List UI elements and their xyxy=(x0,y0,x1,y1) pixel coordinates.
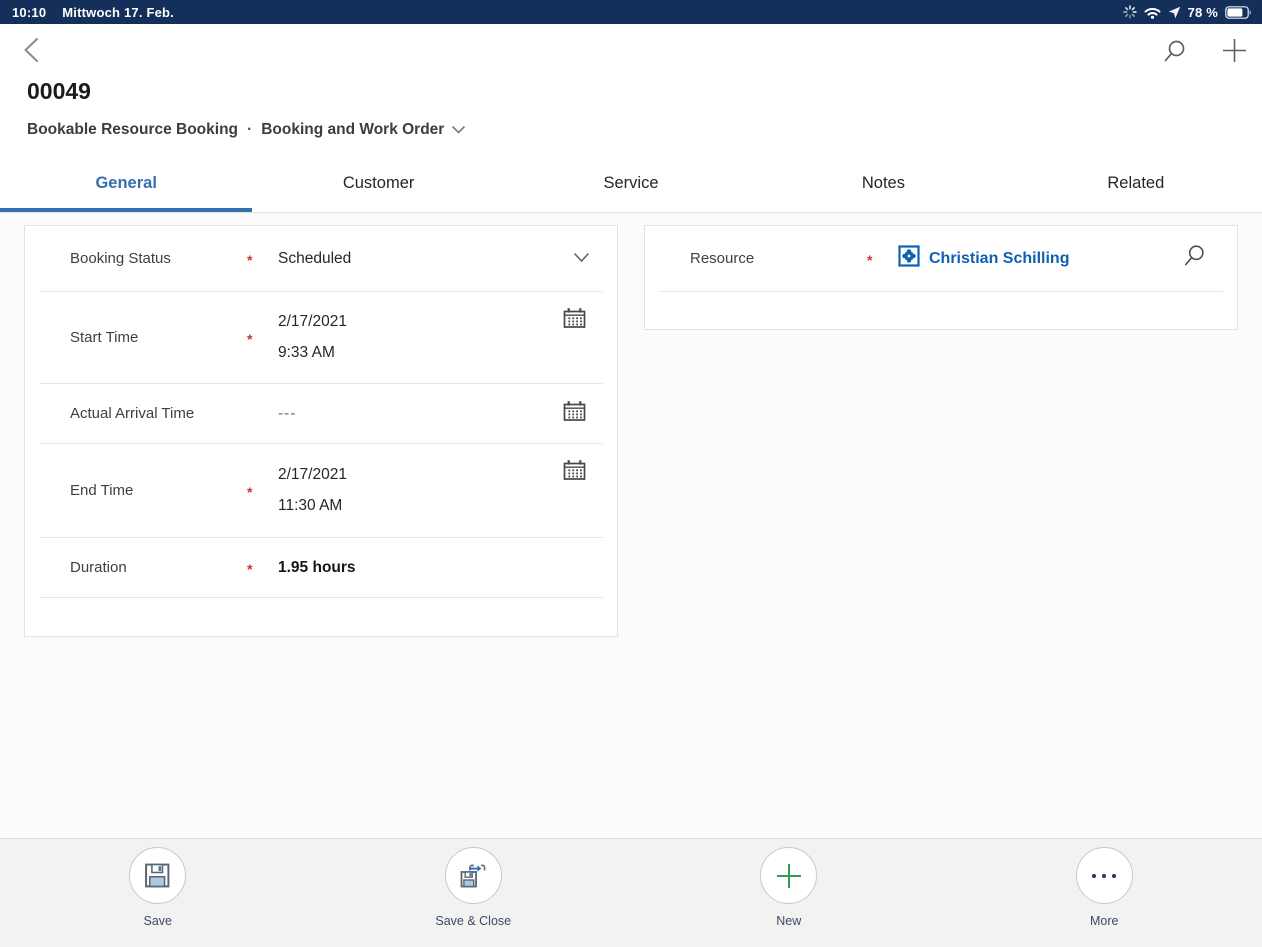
tab-notes[interactable]: Notes xyxy=(757,154,1009,212)
required-marker: * xyxy=(247,328,278,347)
field-resource: Resource * xyxy=(645,226,1237,291)
save-label: Save xyxy=(144,914,173,928)
page-title: 00049 xyxy=(27,78,91,105)
save-and-close-label: Save & Close xyxy=(435,914,511,928)
lookup-search-icon[interactable] xyxy=(1184,244,1206,273)
tab-bar: General Customer Service Notes Related xyxy=(0,154,1262,213)
field-actual-arrival-time: Actual Arrival Time --- xyxy=(25,384,617,443)
tab-related[interactable]: Related xyxy=(1010,154,1262,212)
required-marker: * xyxy=(247,249,278,268)
form-selector-label: Booking and Work Order xyxy=(261,121,444,139)
new-plus-icon xyxy=(760,847,817,904)
chevron-down-icon xyxy=(451,121,466,139)
required-marker: * xyxy=(867,249,898,268)
command-toolbar: Save Save & Close xyxy=(0,838,1262,947)
field-label: Duration xyxy=(70,559,247,576)
calendar-icon[interactable] xyxy=(563,400,586,427)
end-time-value[interactable]: 11:30 AM xyxy=(278,497,347,515)
tab-customer[interactable]: Customer xyxy=(252,154,504,212)
date-text: Mittwoch 17. Feb. xyxy=(62,5,174,20)
tab-general[interactable]: General xyxy=(0,154,252,212)
duration-value[interactable]: 1.95 hours xyxy=(278,559,356,577)
booking-status-value[interactable]: Scheduled xyxy=(278,250,351,268)
add-record-icon[interactable] xyxy=(1221,37,1248,64)
card-footer-spacer xyxy=(25,598,617,638)
field-label: Start Time xyxy=(70,329,247,346)
save-and-close-button[interactable]: Save & Close xyxy=(316,839,632,947)
tab-service[interactable]: Service xyxy=(505,154,757,212)
back-icon[interactable] xyxy=(20,36,46,64)
resource-name-link[interactable]: Christian Schilling xyxy=(929,250,1069,268)
ios-status-bar: 10:10 Mittwoch 17. Feb. xyxy=(0,0,1262,24)
bookable-resource-record-icon xyxy=(898,245,920,272)
location-arrow-icon xyxy=(1168,6,1181,19)
ellipsis-icon xyxy=(1076,847,1133,904)
new-label: New xyxy=(776,914,801,928)
field-start-time: Start Time * 2/17/2021 9:33 AM xyxy=(25,292,617,383)
chevron-down-icon[interactable] xyxy=(573,250,590,268)
field-booking-status: Booking Status * Scheduled xyxy=(25,226,617,291)
resource-card: Resource * xyxy=(644,225,1238,330)
calendar-icon[interactable] xyxy=(563,444,586,486)
save-and-close-icon xyxy=(445,847,502,904)
required-marker-spacer xyxy=(247,412,278,415)
app-header: 00049 Bookable Resource Booking · Bookin… xyxy=(0,24,1262,154)
resource-lookup-value[interactable]: Christian Schilling xyxy=(898,245,1069,272)
field-end-time: End Time * 2/17/2021 11:30 AM xyxy=(25,444,617,537)
field-label: Resource xyxy=(690,250,867,267)
screen: 10:10 Mittwoch 17. Feb. xyxy=(0,0,1262,947)
field-duration: Duration * 1.95 hours xyxy=(25,538,617,597)
required-marker: * xyxy=(247,558,278,577)
entity-name-label: Bookable Resource Booking xyxy=(27,121,238,139)
field-label: End Time xyxy=(70,482,247,499)
form-selector[interactable]: Booking and Work Order xyxy=(261,121,466,139)
activity-spinner-icon xyxy=(1123,5,1137,19)
card-footer-spacer xyxy=(645,292,1237,330)
clock-text: 10:10 xyxy=(12,5,46,20)
form-content: Booking Status * Scheduled Start Time * … xyxy=(0,213,1262,838)
save-icon xyxy=(129,847,186,904)
end-date-value[interactable]: 2/17/2021 xyxy=(278,466,347,484)
more-label: More xyxy=(1090,914,1118,928)
actual-arrival-value[interactable]: --- xyxy=(278,405,297,423)
required-marker: * xyxy=(247,481,278,500)
start-date-value[interactable]: 2/17/2021 xyxy=(278,313,347,331)
more-button[interactable]: More xyxy=(947,839,1262,947)
new-button[interactable]: New xyxy=(631,839,947,947)
field-label: Booking Status xyxy=(70,250,247,267)
booking-times-card: Booking Status * Scheduled Start Time * … xyxy=(24,225,618,637)
calendar-icon[interactable] xyxy=(563,292,586,334)
battery-icon xyxy=(1225,6,1252,19)
wifi-icon xyxy=(1144,6,1161,19)
breadcrumb: Bookable Resource Booking · Booking and … xyxy=(27,121,466,139)
battery-percent-text: 78 % xyxy=(1188,5,1218,20)
field-label: Actual Arrival Time xyxy=(70,405,247,422)
search-icon[interactable] xyxy=(1164,38,1190,66)
start-time-value[interactable]: 9:33 AM xyxy=(278,344,347,362)
separator-dot: · xyxy=(247,121,252,139)
save-button[interactable]: Save xyxy=(0,839,316,947)
